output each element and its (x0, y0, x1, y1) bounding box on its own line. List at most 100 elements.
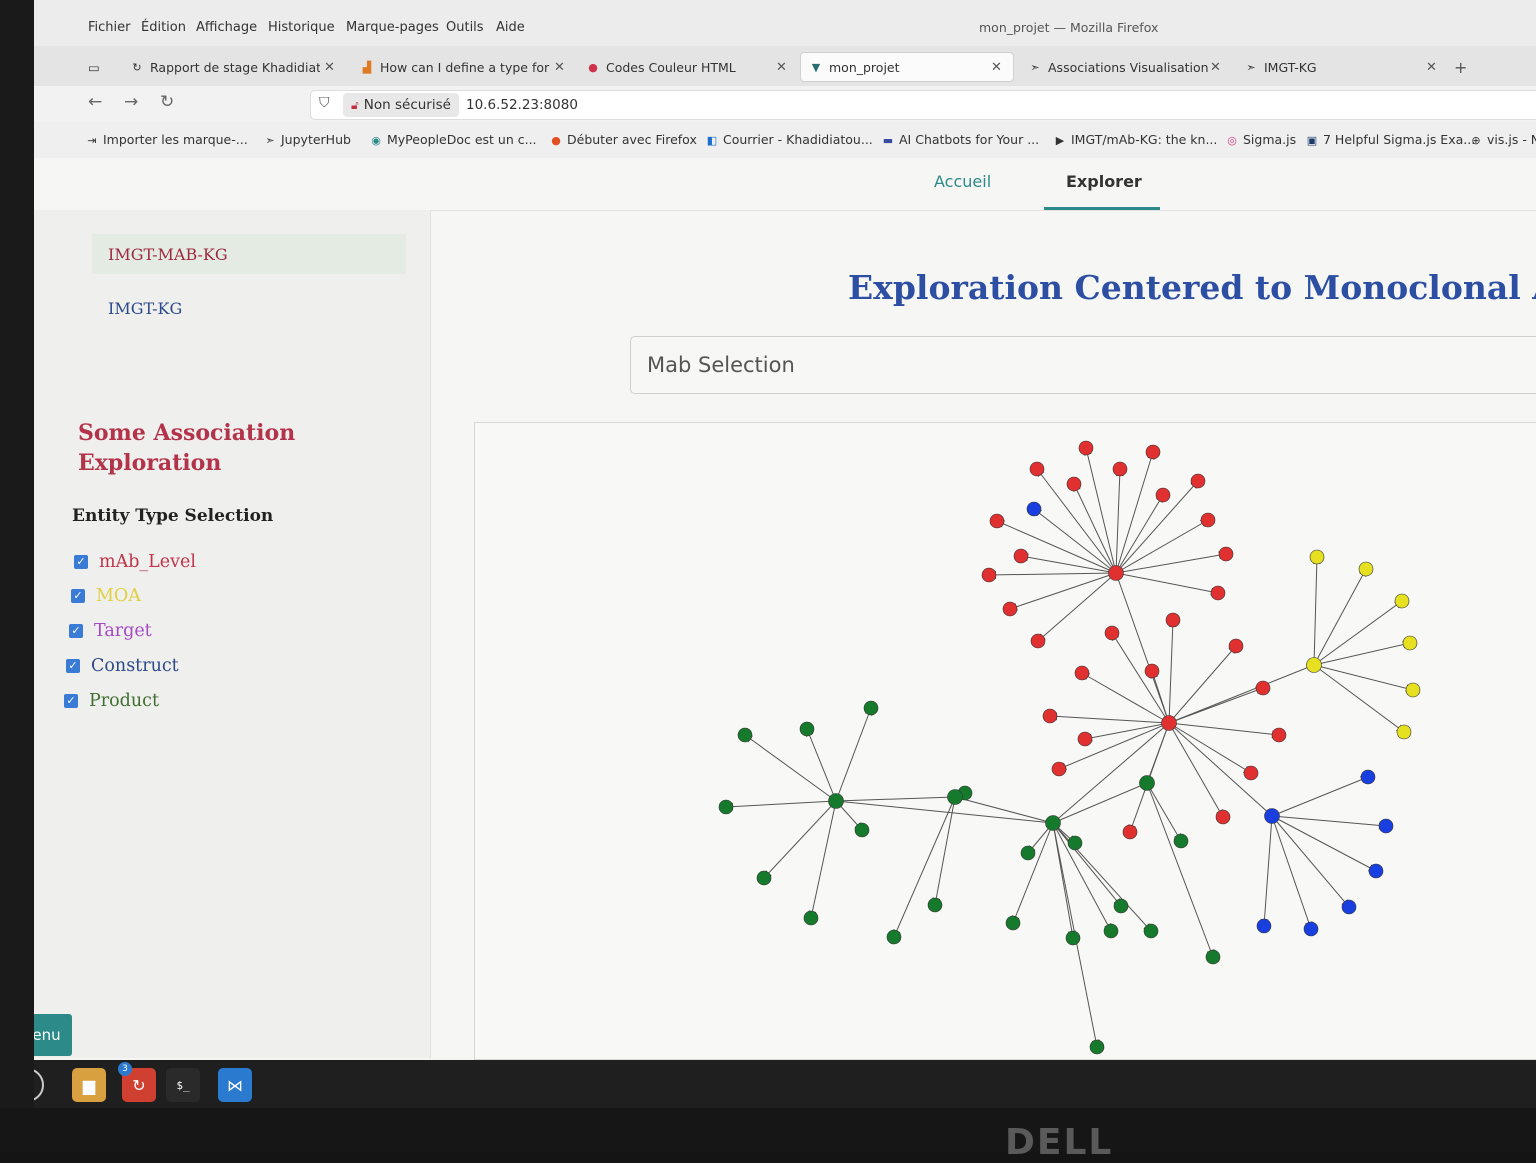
mab-selection-dropdown[interactable]: Mab Selection (630, 336, 1536, 394)
menu-fichier[interactable]: Fichier (88, 20, 131, 35)
graph-node-moa[interactable] (1358, 561, 1374, 577)
graph-node-construct[interactable] (1264, 808, 1280, 824)
terminal-icon[interactable]: $_ (166, 1068, 200, 1102)
graph-node-moa[interactable] (1306, 657, 1322, 673)
graph-node-mab[interactable] (1074, 665, 1090, 681)
graph-node-construct[interactable] (1378, 818, 1394, 834)
graph-node-product[interactable] (1103, 923, 1119, 939)
graph-node-mab[interactable] (1243, 765, 1259, 781)
close-icon[interactable]: ✕ (554, 60, 565, 75)
graph-node-mab[interactable] (1255, 680, 1271, 696)
bookmark-imgt-mab-kg[interactable]: ▶ IMGT/mAb-KG: the kn... (1052, 132, 1218, 147)
graph-node-product[interactable] (1205, 949, 1221, 965)
graph-node-product[interactable] (927, 897, 943, 913)
graph-node-product[interactable] (1067, 835, 1083, 851)
graph-node-mab[interactable] (1042, 708, 1058, 724)
checkbox-product[interactable]: ✓ Product (64, 691, 159, 711)
close-icon[interactable]: ✕ (776, 60, 787, 75)
firefox-icon[interactable]: ↻ 3 (118, 1062, 156, 1102)
close-icon[interactable]: ✕ (1210, 60, 1221, 75)
graph-node-product[interactable] (1143, 923, 1159, 939)
graph-node-product[interactable] (803, 910, 819, 926)
graph-node-mab[interactable] (1190, 473, 1206, 489)
checkbox-construct[interactable]: ✓ Construct (66, 656, 179, 676)
graph-node-moa[interactable] (1394, 593, 1410, 609)
graph-node-mab[interactable] (1122, 824, 1138, 840)
checkbox-target[interactable]: ✓ Target (69, 621, 152, 641)
graph-node-mab[interactable] (1271, 727, 1287, 743)
graph-node-mab[interactable] (1161, 715, 1177, 731)
bookmark-mypeopledoc[interactable]: ◉ MyPeopleDoc est un c... (368, 132, 536, 147)
tab-mon-projet[interactable]: ▼ mon_projet ✕ (800, 52, 1014, 82)
graph-node-mab[interactable] (1078, 440, 1094, 456)
graph-node-mab[interactable] (1144, 663, 1160, 679)
graph-panel[interactable] (474, 422, 1536, 1060)
menu-edition[interactable]: Édition (141, 20, 186, 35)
graph-node-product[interactable] (737, 727, 753, 743)
sidebar-item-imgt-kg[interactable]: IMGT-KG (92, 288, 406, 328)
close-icon[interactable]: ✕ (324, 60, 335, 75)
bookmark-firefox[interactable]: ● Débuter avec Firefox (548, 132, 697, 147)
tab-associations[interactable]: ➣ Associations Visualisation ✕ (1028, 52, 1228, 82)
back-icon[interactable]: ← (88, 92, 102, 112)
graph-node-product[interactable] (756, 870, 772, 886)
forward-icon[interactable]: → (124, 92, 138, 112)
bookmark-visjs[interactable]: ⊕vis.js - No (1468, 132, 1536, 147)
graph-node-product[interactable] (1113, 898, 1129, 914)
url-text[interactable]: 10.6.52.23:8080 (466, 97, 578, 113)
menu-marque-pages[interactable]: Marque-pages (346, 20, 439, 35)
graph-node-product[interactable] (799, 721, 815, 737)
graph-node-product[interactable] (1020, 845, 1036, 861)
tab-codes-couleur[interactable]: ● Codes Couleur HTML ✕ (586, 52, 796, 82)
reload-icon[interactable]: ↻ (160, 92, 174, 112)
checkbox-moa[interactable]: ✓ MOA (71, 586, 141, 606)
graph-node-mab[interactable] (1013, 548, 1029, 564)
new-tab-icon[interactable]: + (1454, 52, 1467, 82)
graph-node-product[interactable] (1173, 833, 1189, 849)
graph-node-mab[interactable] (1051, 761, 1067, 777)
graph-node-mab[interactable] (1228, 638, 1244, 654)
graph-node-moa[interactable] (1396, 724, 1412, 740)
security-indicator[interactable]: 🔓︎ Non sécurisé (343, 93, 459, 117)
graph-node-mab[interactable] (1165, 612, 1181, 628)
graph-node-mab[interactable] (1108, 565, 1124, 581)
bookmark-import[interactable]: ⇥ Importer les marque-... (84, 132, 247, 147)
graph-node-product[interactable] (1045, 815, 1061, 831)
graph-node-mab[interactable] (1200, 512, 1216, 528)
bookmark-sigma-examples[interactable]: ▣ 7 Helpful Sigma.js Exa... (1304, 132, 1475, 147)
tab-rapport[interactable]: ↻ Rapport de stage Khadidiato ✕ (130, 52, 340, 82)
bookmark-sigmajs[interactable]: ◎ Sigma.js (1224, 132, 1296, 147)
checkbox-checked-icon[interactable]: ✓ (71, 589, 85, 603)
graph-node-product[interactable] (1065, 930, 1081, 946)
graph-node-mab[interactable] (1218, 546, 1234, 562)
network-graph[interactable] (475, 423, 1536, 1059)
graph-node-mab[interactable] (1104, 625, 1120, 641)
graph-node-construct[interactable] (1341, 899, 1357, 915)
bookmark-courrier[interactable]: ◧ Courrier - Khadidiatou... (704, 132, 873, 147)
tab-accueil[interactable]: Accueil (934, 172, 991, 191)
tab-imgt-kg[interactable]: ➣ IMGT-KG ✕ (1244, 52, 1444, 82)
graph-node-mab[interactable] (1029, 461, 1045, 477)
graph-node-product[interactable] (854, 822, 870, 838)
vscode-icon[interactable]: ⋈ (218, 1068, 252, 1102)
menu-outils[interactable]: Outils (446, 20, 484, 35)
graph-node-product[interactable] (863, 700, 879, 716)
close-icon[interactable]: ✕ (991, 60, 1002, 75)
graph-node-moa[interactable] (1402, 635, 1418, 651)
graph-node-mab[interactable] (1210, 585, 1226, 601)
graph-node-mab[interactable] (1077, 731, 1093, 747)
graph-node-mab[interactable] (1155, 487, 1171, 503)
menu-historique[interactable]: Historique (268, 20, 335, 35)
tab-stackoverflow[interactable]: ▟ How can I define a type for a ✕ (360, 52, 570, 82)
checkbox-mab-level[interactable]: ✓ mAb_Level (74, 552, 196, 572)
menu-aide[interactable]: Aide (496, 20, 525, 35)
graph-node-product[interactable] (718, 799, 734, 815)
graph-node-mab[interactable] (981, 567, 997, 583)
shield-icon[interactable]: ⛉ (319, 95, 330, 111)
graph-node-moa[interactable] (1309, 549, 1325, 565)
close-icon[interactable]: ✕ (1426, 60, 1437, 75)
tab-list-icon[interactable]: ▭ (88, 52, 100, 82)
bookmark-chatbots[interactable]: ▬ AI Chatbots for Your ... (880, 132, 1039, 147)
graph-node-product[interactable] (1005, 915, 1021, 931)
graph-node-product[interactable] (947, 789, 963, 805)
